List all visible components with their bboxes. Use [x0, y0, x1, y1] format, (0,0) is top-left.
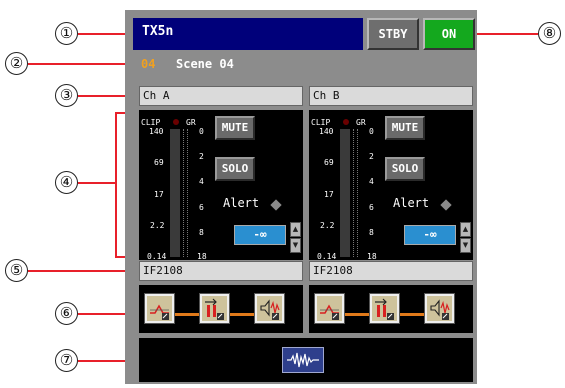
channel-a-level-tick: 17	[154, 190, 164, 199]
callout-5: ⑤	[5, 259, 28, 282]
channel-b-solo-button[interactable]: SOLO	[385, 157, 425, 181]
channel-b-gr-meter	[353, 129, 358, 257]
channel-b-gr-tick: 18	[367, 252, 377, 261]
channel-b-gr-label: GR	[356, 118, 366, 127]
callout-3: ③	[55, 84, 78, 107]
dynamics-icon	[260, 299, 280, 320]
power-on-button[interactable]: ON	[423, 18, 475, 50]
channel-a-level-tick: 0.14	[147, 252, 167, 261]
device-name: TX5n	[142, 24, 174, 39]
eq-icon	[150, 304, 169, 320]
level-icon	[375, 298, 394, 320]
channel-b-fader-value[interactable]: -∞	[404, 225, 456, 245]
channel-b-dynamics-button[interactable]	[424, 293, 455, 324]
callout-5-leader	[28, 270, 135, 272]
channel-b-level-tick: 0.14	[317, 252, 337, 261]
channel-a-level-button[interactable]	[199, 293, 230, 324]
channel-a-mute-button[interactable]: MUTE	[215, 116, 255, 140]
channel-b-mute-button[interactable]: MUTE	[385, 116, 425, 140]
callout-2-leader	[28, 63, 135, 65]
channel-a-level-tick: 2.2	[150, 221, 165, 230]
callout-4: ④	[55, 171, 78, 194]
channel-a-fader-value[interactable]: -∞	[234, 225, 286, 245]
channel-b-level-tick: 69	[324, 158, 334, 167]
channel-b-fader-up-button[interactable]: ▲	[460, 222, 471, 237]
scene-number: 04	[141, 57, 156, 71]
channel-b-alert-label: Alert	[393, 196, 430, 210]
channel-a-name[interactable]: Ch A	[139, 86, 303, 106]
channel-b-gr-tick: 0	[369, 127, 374, 136]
channel-b-gr-tick: 6	[369, 203, 374, 212]
channel-a-fader-up-button[interactable]: ▲	[290, 222, 301, 237]
channel-b-gr-tick: 2	[369, 152, 374, 161]
standby-button[interactable]: STBY	[367, 18, 419, 50]
channel-a-solo-button[interactable]: SOLO	[215, 157, 255, 181]
channel-b-module-name: IF2108	[309, 261, 473, 281]
channel-a-gr-tick: 6	[199, 203, 204, 212]
channel-b-level-tick: 140	[319, 127, 334, 136]
channel-a-eq-button[interactable]	[144, 293, 175, 324]
channel-a-clip-indicator	[173, 119, 179, 125]
channel-a-alert-label: Alert	[223, 196, 260, 210]
channel-b-gr-tick: 4	[369, 177, 374, 186]
channel-a-level-tick: 140	[149, 127, 164, 136]
callout-4-bracket-v	[115, 112, 117, 257]
channel-a-gr-tick: 8	[199, 228, 204, 237]
channel-b-level-meter	[340, 129, 350, 257]
scene-name: Scene 04	[176, 57, 234, 71]
callout-1: ①	[55, 22, 78, 45]
channel-b-gr-tick: 8	[369, 228, 374, 237]
callout-7: ⑦	[55, 349, 78, 372]
channel-b-name[interactable]: Ch B	[309, 86, 473, 106]
channel-a-gr-tick: 2	[199, 152, 204, 161]
channel-a-gr-tick: 4	[199, 177, 204, 186]
channel-b-level-button[interactable]	[369, 293, 400, 324]
channel-b-level-tick: 2.2	[320, 221, 335, 230]
channel-b-clip-label: CLIP	[311, 118, 331, 127]
channel-a-level-meter	[170, 129, 180, 257]
channel-b-clip-indicator	[343, 119, 349, 125]
channel-b-level-tick: 17	[324, 190, 334, 199]
channel-a-level-tick: 69	[154, 158, 164, 167]
channel-a-gr-meter	[183, 129, 188, 257]
channel-a-gr-tick: 0	[199, 127, 204, 136]
level-icon	[205, 298, 224, 320]
channel-a-module-name: IF2108	[139, 261, 303, 281]
channel-b-eq-button[interactable]	[314, 293, 345, 324]
channel-a-clip-label: CLIP	[141, 118, 161, 127]
callout-8-leader	[474, 33, 538, 35]
waveform-icon	[287, 352, 319, 368]
channel-a-fader-down-button[interactable]: ▼	[290, 238, 301, 253]
callout-6: ⑥	[55, 302, 78, 325]
channel-a-dynamics-button[interactable]	[254, 293, 285, 324]
waveform-button[interactable]	[282, 347, 324, 373]
callout-8: ⑧	[538, 22, 561, 45]
dynamics-icon	[430, 299, 450, 320]
channel-a-gr-tick: 18	[197, 252, 207, 261]
callout-2: ②	[5, 52, 28, 75]
channel-a-gr-label: GR	[186, 118, 196, 127]
channel-b-fader-down-button[interactable]: ▼	[460, 238, 471, 253]
eq-icon	[320, 304, 339, 320]
callout-4-leader-h	[78, 182, 116, 184]
